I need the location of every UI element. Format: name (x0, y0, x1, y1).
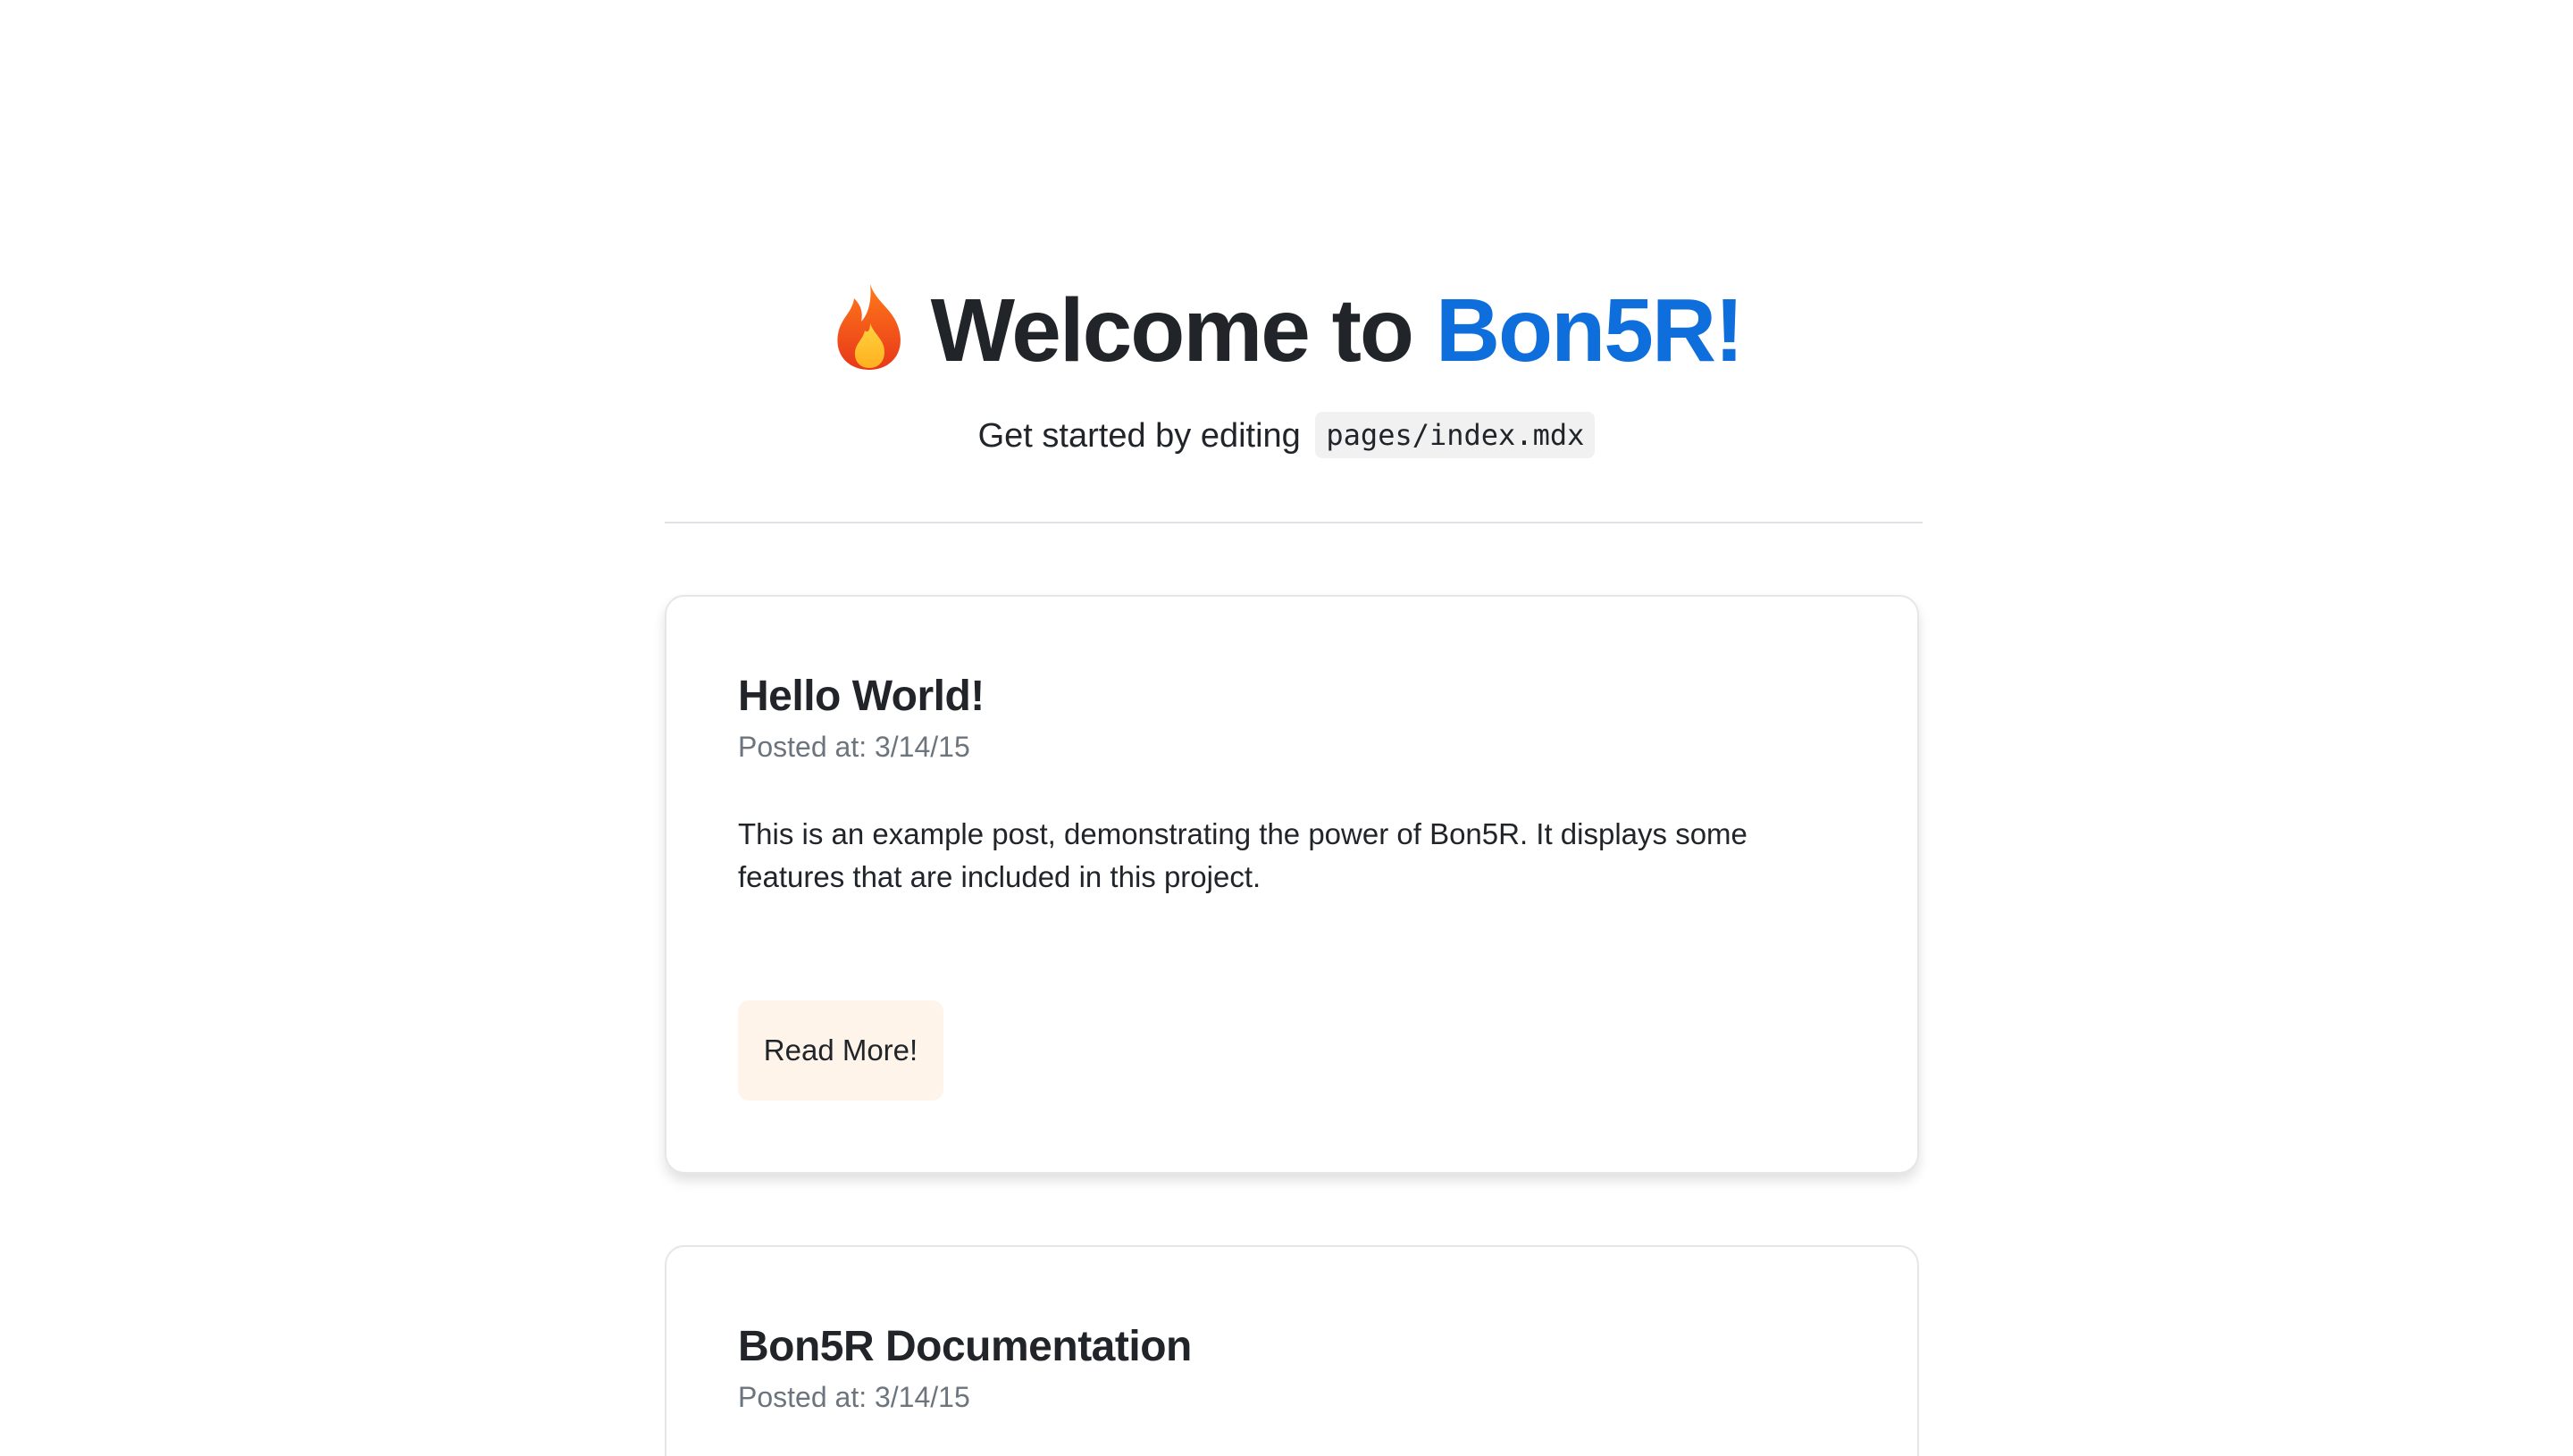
brand-name: Bon5R! (1435, 280, 1745, 381)
title-prefix: Welcome to (930, 280, 1414, 381)
subtitle-text: Get started by editing (977, 417, 1301, 455)
post-title: Hello World! (738, 673, 985, 720)
post-card-body: Bon5R Documentation Posted at: 3/14/15 (738, 1318, 1846, 1417)
page-title: Welcome to Bon5R! (0, 268, 2573, 393)
post-excerpt: This is an example post, demonstrating t… (738, 817, 1747, 893)
post-date: Posted at: 3/14/15 (738, 731, 970, 763)
post-title: Bon5R Documentation (738, 1323, 1192, 1370)
read-more-button[interactable]: Read More! (738, 1000, 943, 1100)
post-card: Hello World! Posted at: 3/14/15 This is … (665, 595, 1919, 1174)
page-subtitle: Get started by editing pages/index.mdx (0, 409, 2573, 463)
post-card-body: Hello World! Posted at: 3/14/15 This is … (738, 668, 1846, 928)
page-header: Welcome to Bon5R! Get started by editing… (0, 268, 2573, 463)
fire-icon (837, 284, 901, 370)
post-date: Posted at: 3/14/15 (738, 1381, 970, 1413)
post-card: Bon5R Documentation Posted at: 3/14/15 (665, 1245, 1919, 1456)
file-path-code: pages/index.mdx (1315, 412, 1596, 458)
header-divider (665, 522, 1923, 523)
